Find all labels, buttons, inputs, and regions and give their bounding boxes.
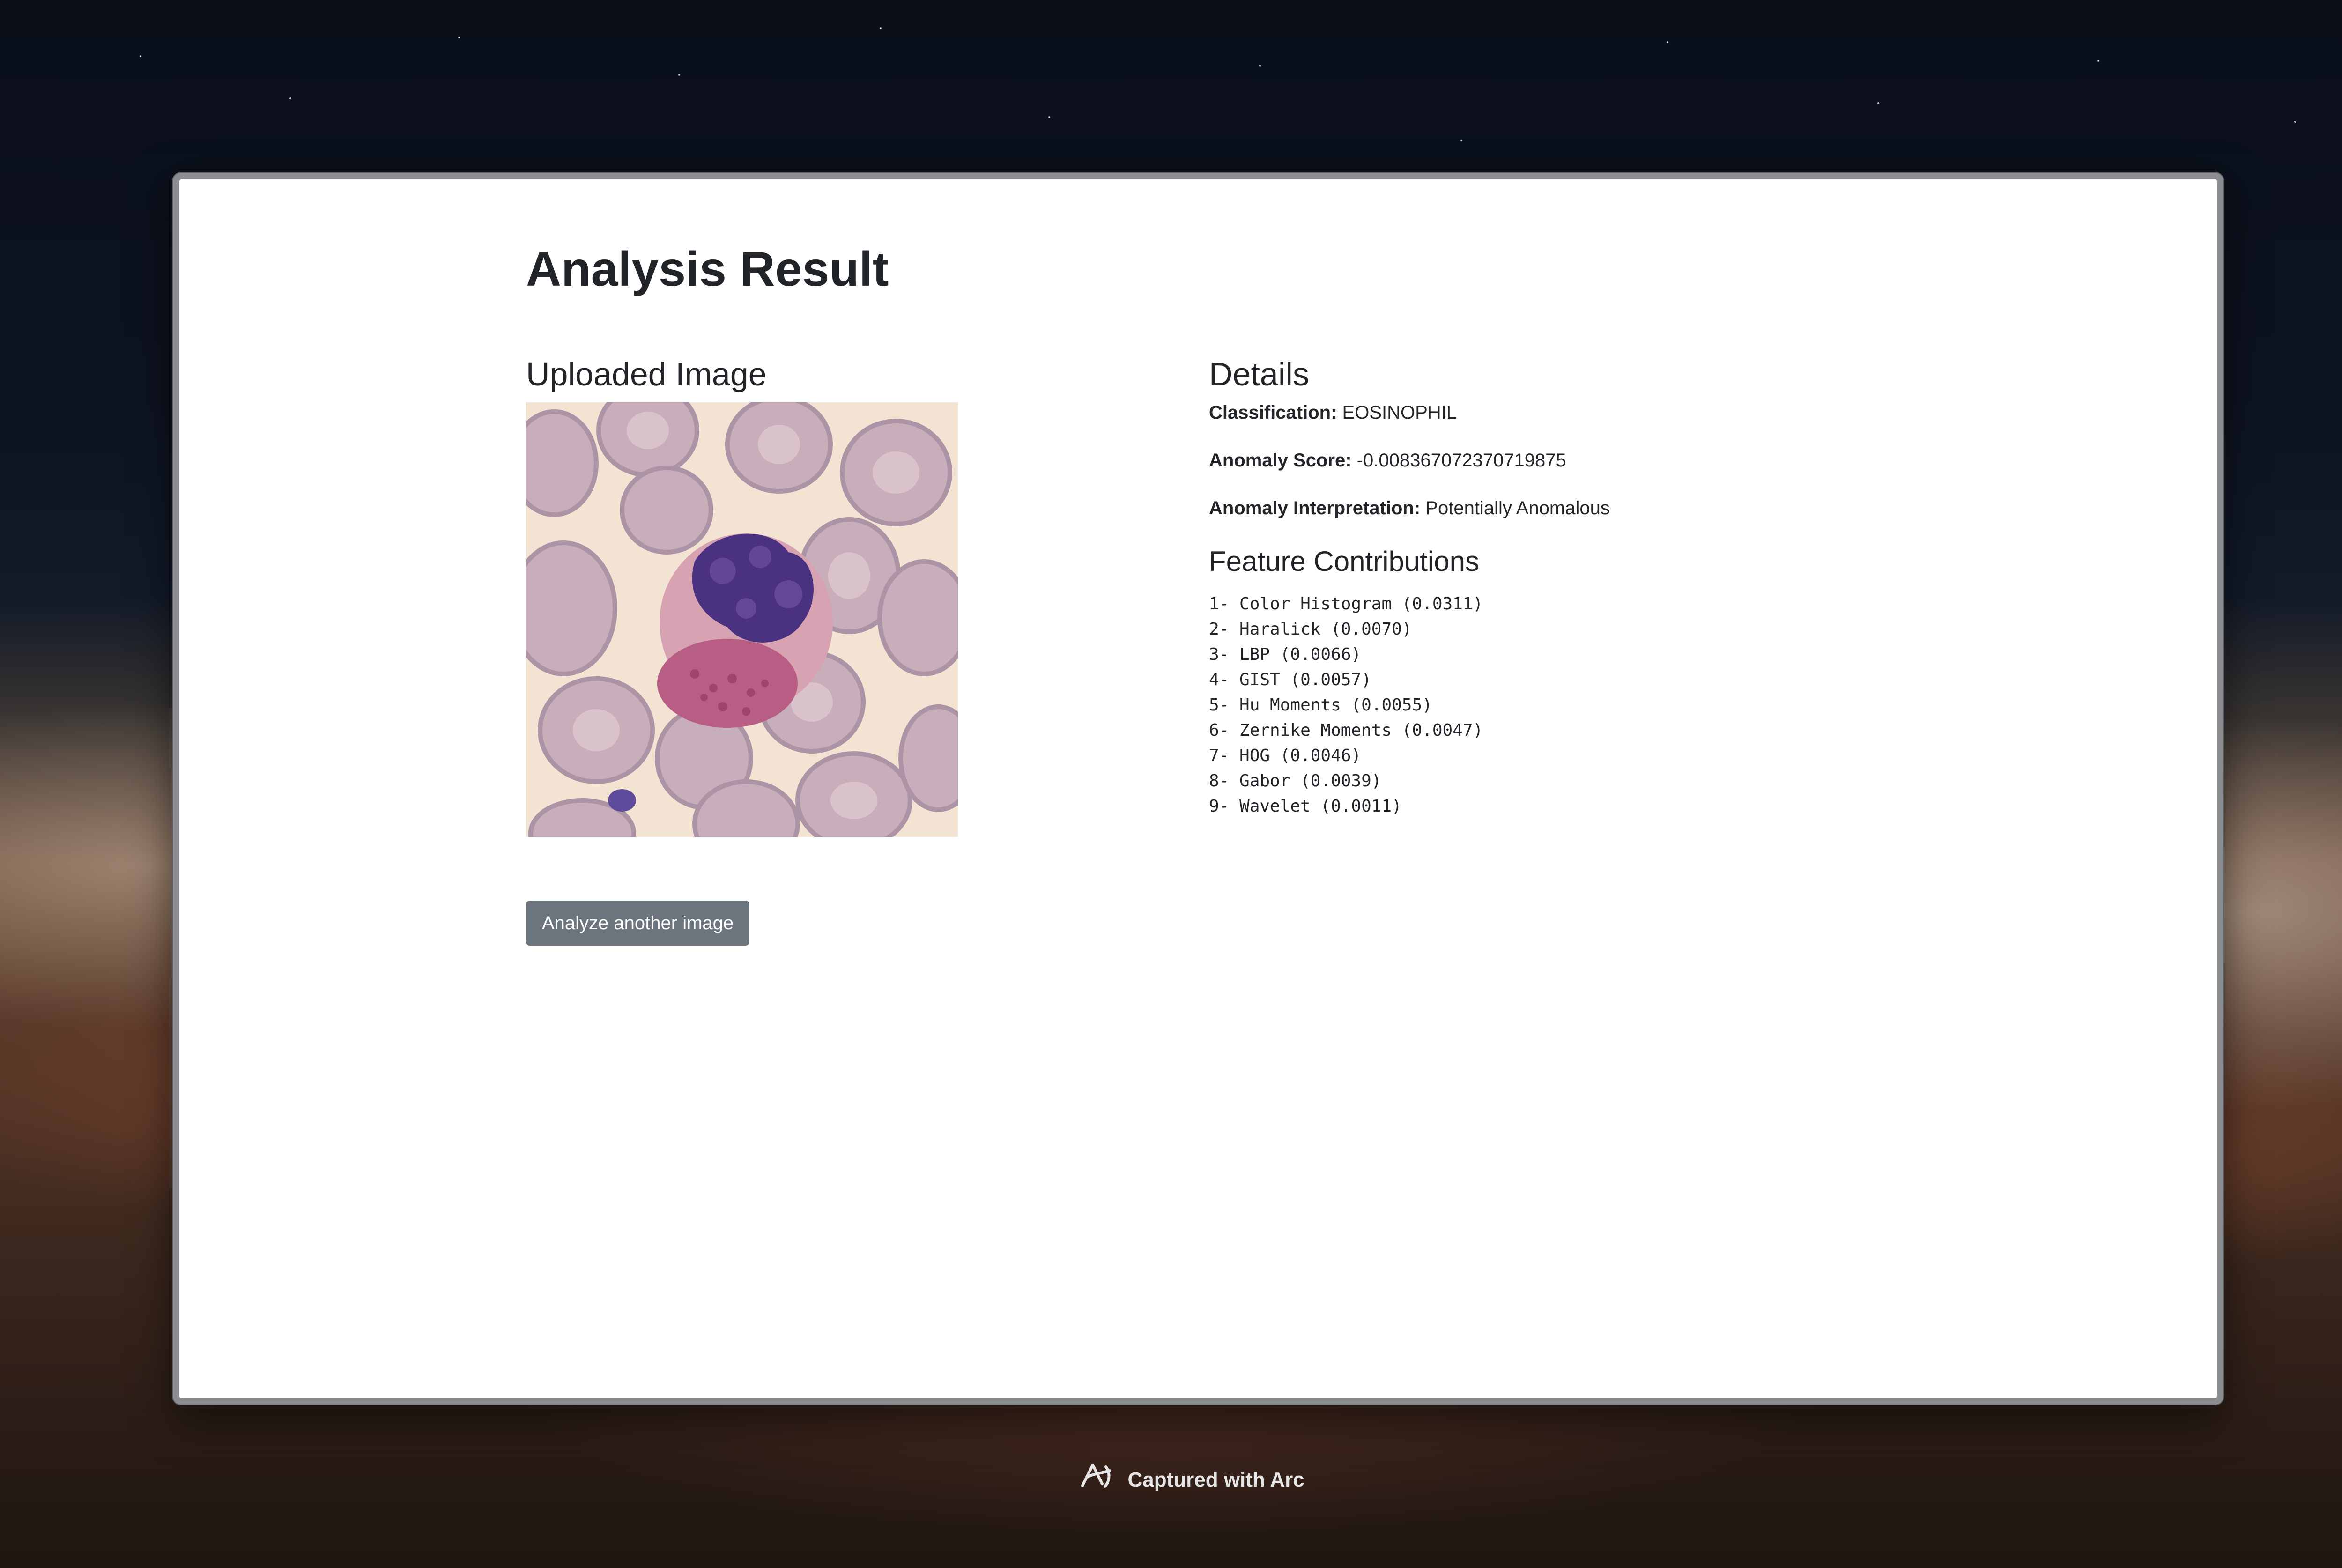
anomaly-score-label: Anomaly Score: — [1209, 450, 1352, 471]
uploaded-image — [526, 402, 958, 837]
arc-icon — [1079, 1461, 1114, 1499]
anomaly-score-value: -0.008367072370719875 — [1356, 450, 1566, 471]
feature-contributions-heading: Feature Contributions — [1209, 546, 1479, 577]
page-container: Analysis Result Uploaded Image Details C… — [526, 179, 1884, 1398]
classification-value: EOSINOPHIL — [1342, 402, 1457, 423]
anomaly-score-row: Anomaly Score: -0.008367072370719875 — [1209, 449, 1566, 472]
list-item: 4- GIST (0.0057) — [1209, 670, 1371, 689]
classification-label: Classification: — [1209, 402, 1337, 423]
list-item: 2- Haralick (0.0070) — [1209, 620, 1412, 639]
list-item: 5- Hu Moments (0.0055) — [1209, 695, 1432, 715]
list-item: 3- LBP (0.0066) — [1209, 645, 1362, 664]
uploaded-image-heading: Uploaded Image — [526, 356, 767, 392]
feature-contributions-list: 1- Color Histogram (0.0311) 2- Haralick … — [1209, 592, 1483, 819]
details-heading: Details — [1209, 356, 1309, 392]
list-item: 1- Color Histogram (0.0311) — [1209, 594, 1483, 614]
capture-footer: Captured with Arc — [0, 1461, 2342, 1499]
page-title: Analysis Result — [526, 242, 889, 296]
list-item: 9- Wavelet (0.0011) — [1209, 797, 1402, 816]
anomaly-interpretation-value: Potentially Anomalous — [1425, 498, 1610, 518]
browser-window: Analysis Result Uploaded Image Details C… — [173, 173, 2223, 1405]
list-item: 8- Gabor (0.0039) — [1209, 771, 1382, 791]
list-item: 7- HOG (0.0046) — [1209, 746, 1362, 765]
footer-text: Captured with Arc — [1127, 1468, 1304, 1491]
anomaly-interpretation-row: Anomaly Interpretation: Potentially Anom… — [1209, 497, 1610, 519]
analyze-another-image-button[interactable]: Analyze another image — [526, 901, 750, 946]
blood-cell-microscopy-image — [526, 402, 958, 837]
anomaly-interpretation-label: Anomaly Interpretation: — [1209, 498, 1421, 518]
list-item: 6- Zernike Moments (0.0047) — [1209, 721, 1483, 740]
classification-row: Classification: EOSINOPHIL — [1209, 401, 1457, 424]
